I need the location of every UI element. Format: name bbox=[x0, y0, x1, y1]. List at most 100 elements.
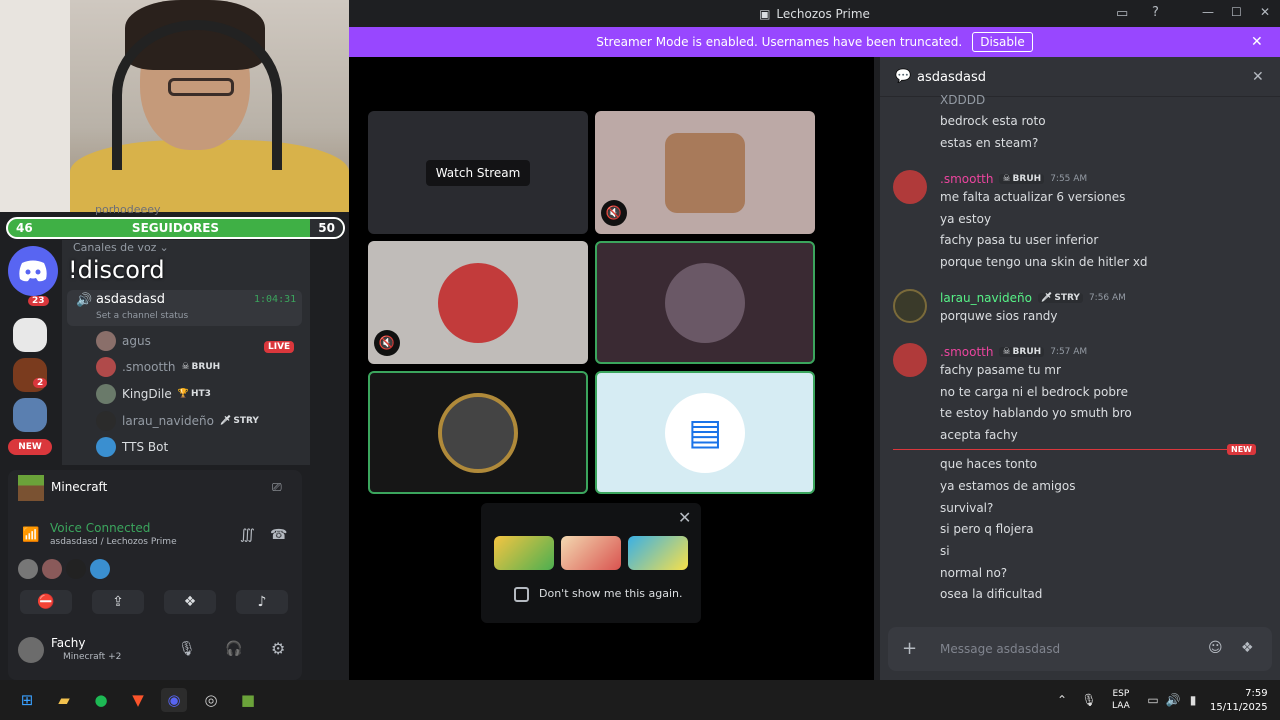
followers-goal: 50 bbox=[310, 219, 343, 237]
participant-tile[interactable]: 🔇 bbox=[368, 241, 588, 364]
chat-message: fachy pasa tu user inferior bbox=[940, 233, 1099, 247]
avatar bbox=[96, 357, 116, 377]
activity-game-card[interactable] bbox=[628, 536, 688, 570]
message-author[interactable]: .smootth ☠ BRUH 7:57 AM bbox=[940, 345, 1087, 359]
followers-label: SEGUIDORES bbox=[131, 221, 220, 235]
voice-timer: 1:04:31 bbox=[254, 294, 297, 305]
avatar[interactable] bbox=[893, 343, 927, 377]
app-icon: ▣ bbox=[759, 6, 771, 21]
streamer-mode-bar: Streamer Mode is enabled. Usernames have… bbox=[349, 27, 1280, 57]
share-screen-button[interactable]: ⇪ bbox=[92, 590, 144, 614]
connection-icon[interactable]: 📶 bbox=[22, 527, 39, 543]
language-indicator[interactable]: ESP LAA bbox=[1112, 688, 1130, 712]
watch-stream-button[interactable]: Watch Stream bbox=[425, 159, 531, 186]
avatar[interactable] bbox=[893, 170, 927, 204]
brave-icon[interactable]: ▼ bbox=[125, 688, 151, 712]
participant-tile[interactable] bbox=[595, 241, 815, 364]
chat-message: ya estoy bbox=[940, 212, 992, 226]
dont-show-checkbox[interactable] bbox=[514, 587, 529, 602]
chat-message: te estoy hablando yo smuth bro bbox=[940, 406, 1132, 420]
minimize-icon[interactable]: — bbox=[1202, 5, 1214, 19]
avatar bbox=[438, 262, 518, 343]
avatar bbox=[96, 331, 116, 351]
member-tts-bot[interactable]: TTS Bot bbox=[96, 437, 168, 457]
speaker-icon: 🔊 bbox=[76, 293, 93, 308]
close-banner-icon[interactable]: ✕ bbox=[1251, 34, 1263, 50]
member-kingdile[interactable]: KingDile 🏆 HT3 bbox=[96, 384, 211, 404]
close-window-icon[interactable]: ✕ bbox=[1260, 5, 1270, 19]
minecraft-taskbar-icon[interactable]: ■ bbox=[235, 688, 261, 712]
activities-button[interactable]: ❖ bbox=[164, 590, 216, 614]
settings-gear-icon[interactable]: ⚙ bbox=[271, 639, 285, 658]
window-title: Lechozos Prime bbox=[776, 6, 870, 21]
camera-off-button[interactable]: ⛔ bbox=[20, 590, 72, 614]
participant-tile[interactable] bbox=[368, 371, 588, 494]
close-popup-icon[interactable]: ✕ bbox=[678, 508, 691, 527]
battery-icon[interactable]: ▮ bbox=[1180, 688, 1206, 712]
member-agus[interactable]: agus bbox=[96, 331, 151, 351]
user-avatar[interactable] bbox=[18, 637, 44, 663]
file-explorer-icon[interactable]: ▰ bbox=[51, 688, 77, 712]
avatar[interactable] bbox=[66, 559, 86, 579]
activity-screen-icon[interactable]: ⎚ bbox=[272, 480, 282, 495]
member-name: TTS Bot bbox=[122, 440, 169, 454]
activity-game-card[interactable] bbox=[494, 536, 554, 570]
obs-icon[interactable]: ◎ bbox=[198, 688, 224, 712]
close-chat-icon[interactable]: ✕ bbox=[1252, 69, 1264, 85]
live-badge: LIVE bbox=[264, 334, 295, 353]
soundboard-icon[interactable]: ∭ bbox=[240, 527, 255, 543]
chat-message: si pero q flojera bbox=[940, 522, 1034, 536]
tray-mic-icon[interactable]: 🎙 bbox=[1076, 688, 1102, 712]
voice-status[interactable]: Voice Connected bbox=[50, 521, 150, 535]
add-attachment-icon[interactable]: + bbox=[902, 638, 917, 659]
tray-chevron-icon[interactable]: ⌃ bbox=[1049, 688, 1075, 712]
message-input[interactable]: Message asdasdasd bbox=[940, 642, 1060, 656]
server-icon[interactable] bbox=[13, 398, 47, 432]
avatar[interactable] bbox=[90, 559, 110, 579]
chat-message: XDDDD bbox=[940, 93, 986, 107]
voice-channel-path: asdasdasd / Lechozos Prime bbox=[50, 537, 177, 547]
channel-status[interactable]: Set a channel status bbox=[96, 311, 188, 321]
avatar[interactable] bbox=[18, 559, 38, 579]
windows-start-icon[interactable]: ⊞ bbox=[14, 688, 40, 712]
minecraft-icon bbox=[18, 475, 44, 501]
clock[interactable]: 7:59 15/11/2025 bbox=[1210, 687, 1268, 715]
webcam-overlay bbox=[0, 0, 349, 212]
headphones-icon[interactable]: 🎧 bbox=[225, 641, 242, 657]
disconnect-icon[interactable]: ☎ bbox=[270, 527, 287, 543]
spotify-icon[interactable]: ● bbox=[88, 688, 114, 712]
member-name: agus bbox=[122, 334, 151, 348]
chat-message: si bbox=[940, 544, 950, 558]
participant-tile[interactable]: ▤ bbox=[595, 371, 815, 494]
discord-taskbar-icon[interactable]: ◉ bbox=[161, 688, 187, 712]
guild-tag: ☠ BRUH bbox=[181, 362, 221, 372]
chat-message: me falta actualizar 6 versiones bbox=[940, 190, 1126, 204]
thread-icon: 💬 bbox=[895, 69, 912, 84]
message-author[interactable]: .smootth ☠ BRUH 7:55 AM bbox=[940, 172, 1087, 186]
activity-game-card[interactable] bbox=[561, 536, 621, 570]
emoji-icon[interactable]: ☺ bbox=[1208, 640, 1223, 656]
stream-tile[interactable]: Watch Stream bbox=[368, 111, 588, 234]
new-messages-divider bbox=[893, 449, 1227, 450]
maximize-icon[interactable]: ☐ bbox=[1231, 5, 1242, 19]
server-icon[interactable] bbox=[13, 318, 47, 352]
chat-message: porque tengo una skin de hitler xd bbox=[940, 255, 1148, 269]
member-smootth[interactable]: .smootth ☠ BRUH bbox=[96, 357, 220, 377]
disable-button[interactable]: Disable bbox=[972, 32, 1033, 52]
channel-hint: porhodeeey bbox=[95, 203, 161, 216]
avatar[interactable] bbox=[893, 289, 927, 323]
new-divider-badge: NEW bbox=[1227, 444, 1256, 455]
member-larau[interactable]: larau_navideño 🗡 STRY bbox=[96, 411, 259, 431]
soundboard-button[interactable]: ♪ bbox=[236, 590, 288, 614]
help-icon[interactable]: ? bbox=[1152, 5, 1159, 20]
voice-category[interactable]: Canales de voz ⌄ bbox=[73, 241, 169, 254]
member-name: larau_navideño bbox=[122, 414, 214, 428]
participant-tile[interactable]: 🔇 bbox=[595, 111, 815, 234]
apps-icon[interactable]: ❖ bbox=[1241, 640, 1254, 656]
inbox-icon[interactable]: ▭ bbox=[1116, 6, 1128, 21]
message-author[interactable]: larau_navideño 🗡 STRY 7:56 AM bbox=[940, 291, 1126, 305]
mic-icon[interactable]: 🎙 bbox=[178, 641, 196, 657]
avatar[interactable] bbox=[42, 559, 62, 579]
chat-message: acepta fachy bbox=[940, 428, 1018, 442]
user-name[interactable]: Fachy bbox=[51, 636, 85, 650]
